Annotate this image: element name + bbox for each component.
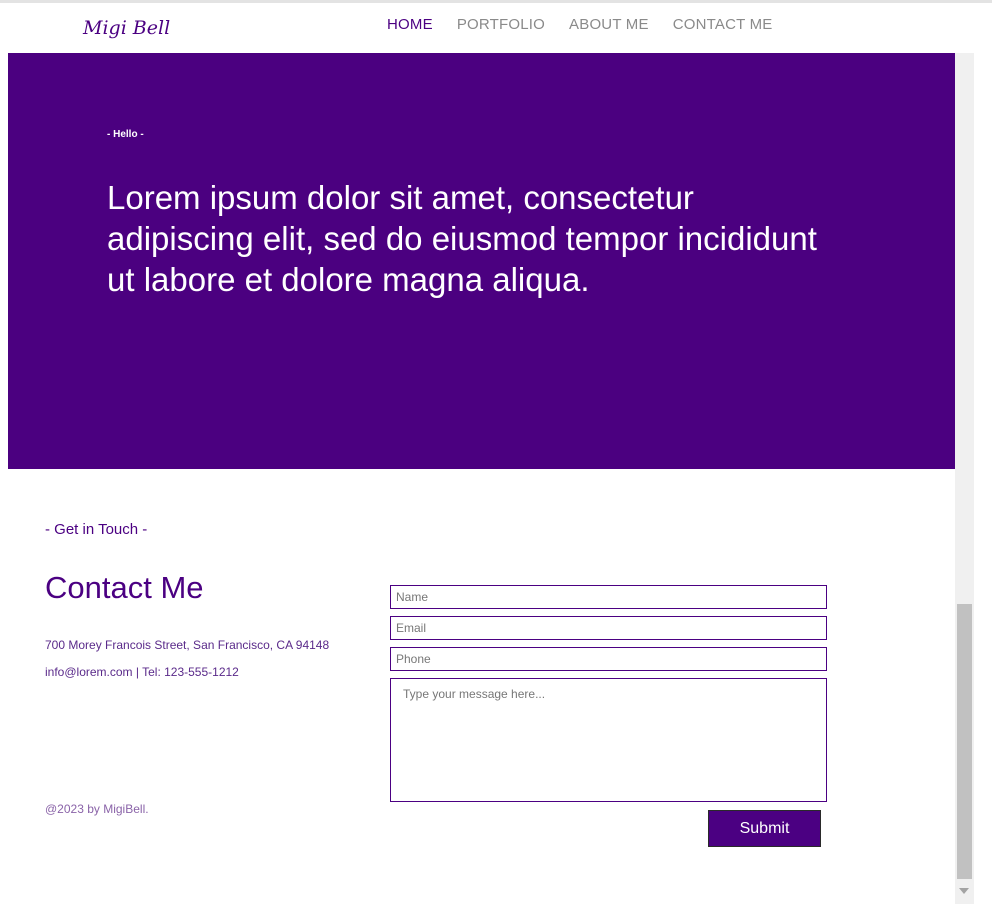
contact-address: 700 Morey Francois Street, San Francisco… bbox=[45, 638, 330, 652]
contact-email-phone[interactable]: info@lorem.com | Tel: 123-555-1212 bbox=[45, 665, 239, 679]
nav-portfolio[interactable]: PORTFOLIO bbox=[457, 16, 545, 33]
nav-home[interactable]: HOME bbox=[387, 16, 433, 33]
contact-title: Contact Me bbox=[45, 570, 204, 605]
site-header: Migi Bell HOME PORTFOLIO ABOUT ME CONTAC… bbox=[0, 3, 955, 53]
scroll-down-arrow-icon[interactable] bbox=[959, 888, 969, 894]
hero-kicker: - Hello - bbox=[107, 129, 144, 140]
name-field[interactable] bbox=[390, 585, 827, 609]
nav-about-me[interactable]: ABOUT ME bbox=[569, 16, 649, 33]
email-field[interactable] bbox=[390, 616, 827, 640]
main-nav: HOME PORTFOLIO ABOUT ME CONTACT ME bbox=[387, 16, 772, 33]
message-field[interactable] bbox=[390, 678, 827, 802]
right-margin bbox=[974, 53, 992, 904]
vertical-scrollbar[interactable] bbox=[955, 53, 974, 904]
hero-headline: Lorem ipsum dolor sit amet, consectetur … bbox=[107, 179, 817, 298]
copyright-text: @2023 by MigiBell. bbox=[45, 802, 149, 816]
phone-field[interactable] bbox=[390, 647, 827, 671]
scrollbar-thumb[interactable] bbox=[957, 604, 972, 879]
get-in-touch-kicker: - Get in Touch - bbox=[45, 521, 148, 538]
hero-banner: - Hello - Lorem ipsum dolor sit amet, co… bbox=[8, 53, 955, 469]
site-logo[interactable]: Migi Bell bbox=[83, 17, 170, 39]
submit-button[interactable]: Submit bbox=[708, 810, 821, 847]
nav-contact-me[interactable]: CONTACT ME bbox=[673, 16, 773, 33]
